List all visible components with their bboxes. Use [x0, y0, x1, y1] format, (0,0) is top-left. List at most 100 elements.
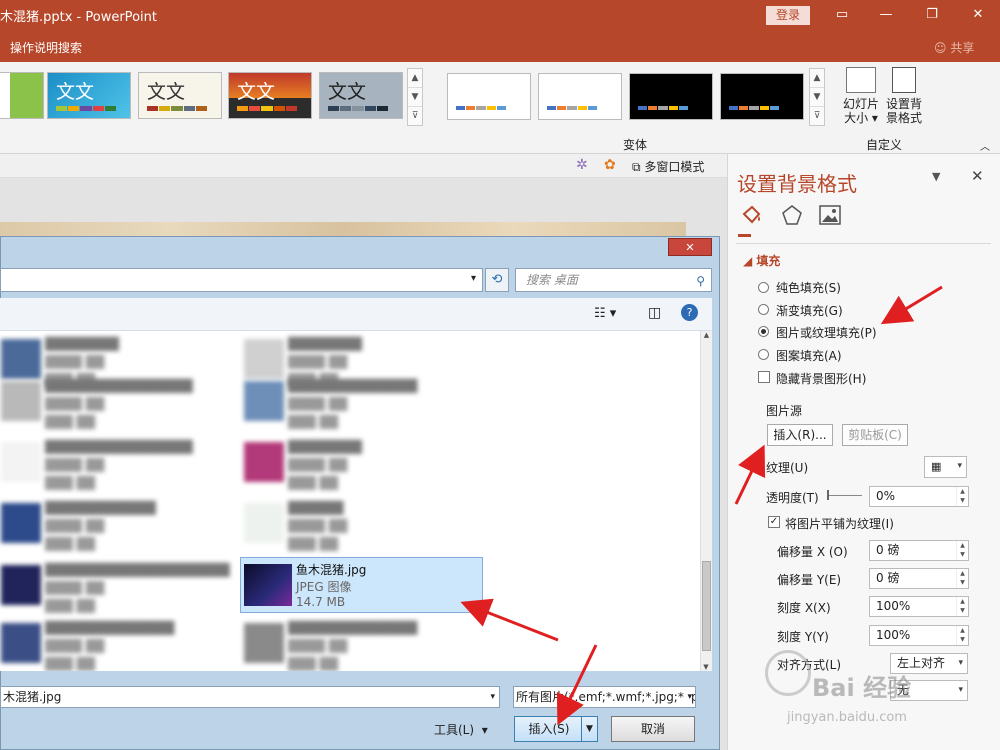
search-placeholder: 搜索 桌面 [526, 273, 578, 287]
theme-sample-text: 文文 [147, 81, 186, 103]
variant-thumbnail[interactable] [629, 73, 713, 120]
insert-options-arrow[interactable]: ▼ [581, 717, 597, 741]
fill-section-header[interactable]: ◢ 填充 [743, 252, 780, 269]
picture-source-label: 图片源 [766, 404, 803, 418]
format-bg-label-2: 景格式 [886, 111, 923, 125]
settings-gear-icon[interactable]: ✿ [604, 157, 616, 173]
file-name-value: 木混猪.jpg [3, 690, 62, 704]
address-bar[interactable]: ▾ [0, 268, 483, 292]
theme-sample-text: 文文 [328, 81, 367, 103]
dialog-toolbar: ☷ ▾ ◫ ? [0, 298, 712, 331]
clipboard-button[interactable]: 剪贴板(C) [842, 424, 908, 446]
transparency-slider-thumb[interactable] [827, 490, 829, 500]
hide-background-checkbox[interactable] [758, 371, 770, 383]
theme-thumbnail[interactable]: 文文 [138, 72, 222, 119]
insert-picture-button[interactable]: 插入(R)... [767, 424, 833, 446]
restore-icon[interactable]: ❐ [910, 0, 954, 30]
themes-scroll[interactable]: ▲ ▼ ⊽ [407, 68, 423, 126]
multi-window-button[interactable]: ⧉ 多窗口模式 [632, 158, 704, 175]
tile-texture-checkbox[interactable]: ✓ [768, 516, 780, 528]
share-button[interactable]: ☺ 共享 [934, 39, 974, 56]
designer-icon[interactable]: ✲ [576, 157, 588, 173]
pane-options-icon[interactable]: ▼ [932, 170, 940, 183]
pane-title: 设置背景格式 [737, 172, 857, 196]
file-type-dropdown[interactable]: 所有图片(*.emf;*.wmf;*.jpg;*.jp ▾ [513, 686, 696, 708]
file-item[interactable]: ████████████████████ ████ ██ ███ ██ [0, 557, 240, 613]
scrollbar-thumb[interactable] [702, 561, 711, 651]
selected-file-type: JPEG 图像 [296, 580, 352, 594]
file-item[interactable]: ██████ ████ ██ ███ ██ [240, 495, 483, 551]
variant-thumbnail[interactable] [447, 73, 531, 120]
variant-thumbnail[interactable] [538, 73, 622, 120]
solid-fill-radio[interactable] [758, 282, 769, 293]
offset-y-value: 0 磅 [876, 571, 900, 585]
fill-bucket-icon[interactable] [740, 204, 764, 226]
ribbon-display-icon[interactable]: ▭ [820, 0, 864, 30]
file-item[interactable]: ████████████████ ████ ██ ███ ██ [0, 373, 240, 429]
scale-x-label: 刻度 X(X) [777, 601, 831, 615]
slide-size-button[interactable]: 幻灯片 大小 ▾ [843, 67, 879, 125]
file-item[interactable]: ████████████████ ████ ██ ███ ██ [0, 434, 240, 490]
tools-dropdown[interactable]: 工具(L) ▾ [434, 721, 488, 738]
slide-size-label-2: 大小 [844, 111, 869, 125]
file-item[interactable]: ████████████ ████ ██ ███ ██ [0, 495, 240, 551]
help-icon[interactable]: ? [681, 304, 698, 321]
tell-me-search[interactable]: 操作说明搜索 [10, 39, 82, 56]
watermark-brand: Bai 经验 [812, 674, 912, 702]
format-background-button[interactable]: 设置背 景格式 [886, 67, 922, 125]
offset-x-label: 偏移量 X (O) [777, 545, 848, 559]
transparency-slider[interactable] [829, 495, 862, 496]
theme-thumbnail[interactable]: 文文 [319, 72, 403, 119]
pane-close-icon[interactable]: ✕ [971, 167, 984, 185]
cancel-button[interactable]: 取消 [611, 716, 695, 742]
theme-sample-text: 文文 [237, 81, 276, 103]
gradient-fill-radio[interactable] [758, 304, 769, 315]
pattern-fill-radio[interactable] [758, 349, 769, 360]
file-type-value: 所有图片(*.emf;*.wmf;*.jpg;*.jp [516, 690, 696, 704]
collapse-ribbon-icon[interactable]: ︿ [980, 138, 990, 153]
offset-x-input[interactable]: 0 磅 ▲ ▼ [869, 540, 969, 561]
selected-tab-indicator [738, 234, 751, 237]
selected-file-item[interactable]: 鱼木混猪.jpg JPEG 图像 14.7 MB [240, 557, 483, 613]
file-list: ████████ ████ ██ ███ ██ ████████ ████ ██ ███… [0, 331, 700, 671]
view-toolbar: ✲ ✿ ⧉ 多窗口模式 [0, 154, 727, 178]
file-item[interactable]: ██████████████ ████ ██ ███ ██ [0, 615, 240, 671]
baidu-jingyan-watermark: Bai 经验 jingyan.baidu.com [757, 640, 957, 730]
variant-thumbnail[interactable] [720, 73, 804, 120]
share-label: 共享 [950, 41, 975, 55]
insert-button[interactable]: 插入(S) ▼ [514, 716, 598, 742]
watermark-url: jingyan.baidu.com [787, 710, 907, 725]
effects-pentagon-icon[interactable] [780, 204, 804, 226]
view-mode-icon[interactable]: ☷ ▾ [594, 306, 616, 321]
texture-label: 纹理(U) [766, 461, 809, 475]
paw-logo-icon [765, 650, 811, 696]
offset-y-input[interactable]: 0 磅 ▲ ▼ [869, 568, 969, 589]
minimize-icon[interactable]: — [864, 0, 908, 30]
theme-thumbnail[interactable]: 文文 [228, 72, 312, 119]
transparency-input[interactable]: 0% ▲ ▼ [869, 486, 969, 507]
scale-x-input[interactable]: 100% ▲ ▼ [869, 596, 969, 617]
theme-thumbnail[interactable]: 文文 [47, 72, 131, 119]
theme-sample-text: 文文 [56, 81, 95, 103]
file-item[interactable]: ██████████████ ████ ██ ███ ██ [240, 615, 483, 671]
picture-fill-radio[interactable] [758, 326, 769, 337]
preview-pane-icon[interactable]: ◫ [648, 305, 661, 321]
slide-size-label-1: 幻灯片 [843, 97, 880, 111]
offset-x-value: 0 磅 [876, 543, 900, 557]
texture-dropdown[interactable]: ▦ ▾ [924, 456, 967, 478]
selected-file-size: 14.7 MB [296, 595, 346, 609]
file-item[interactable]: ██████████████ ████ ██ ███ ██ [240, 373, 483, 429]
picture-icon[interactable] [818, 204, 842, 226]
search-input[interactable]: 搜索 桌面 ⚲ [515, 268, 712, 292]
window-title: 木混猪.pptx - PowerPoint [0, 10, 157, 25]
tile-texture-label: 将图片平铺为纹理(I) [785, 517, 894, 531]
theme-thumbnail[interactable] [0, 72, 44, 119]
file-item[interactable]: ████████ ████ ██ ███ ██ [240, 434, 483, 490]
dialog-close-button[interactable]: ✕ [668, 238, 712, 256]
close-icon[interactable]: ✕ [956, 0, 1000, 30]
login-button[interactable]: 登录 [766, 6, 810, 25]
refresh-icon[interactable]: ⟲ [485, 268, 509, 292]
file-name-input[interactable]: 木混猪.jpg ▾ [0, 686, 500, 708]
variants-scroll[interactable]: ▲ ▼ ⊽ [809, 68, 825, 126]
file-list-scrollbar[interactable]: ▲ ▼ [700, 331, 712, 671]
